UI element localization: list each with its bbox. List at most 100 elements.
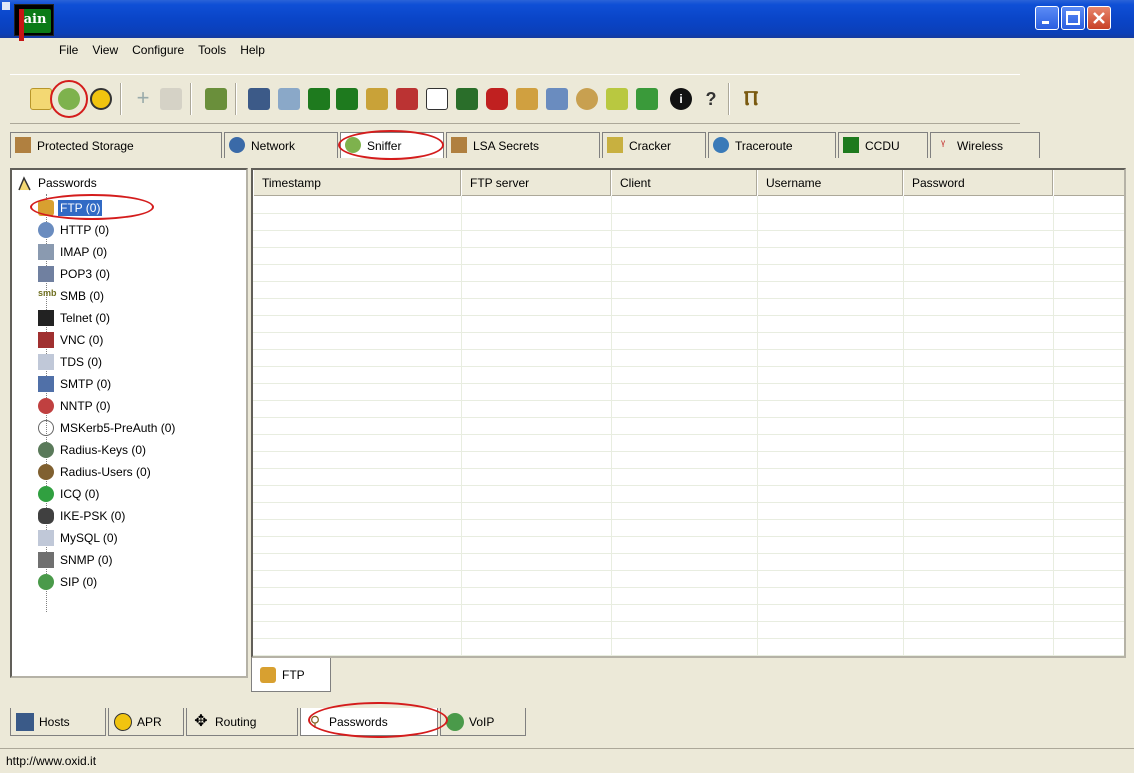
routing-icon: ✥ [194,713,208,730]
tab-protected-storage[interactable]: Protected Storage [10,132,222,158]
tree-item-snmp[interactable]: SNMP (0) [38,550,114,570]
tree-item-smtp[interactable]: SMTP (0) [38,374,113,394]
tab-routing[interactable]: ✥ Routing [186,708,298,736]
column-password[interactable]: Password [903,170,1053,196]
tree-item-pop3[interactable]: POP3 (0) [38,264,112,284]
tab-apr[interactable]: APR [108,708,184,736]
tree-item-mskerb5[interactable]: MSKerb5-PreAuth (0) [38,418,177,438]
menu-help[interactable]: Help [233,40,272,60]
rt-tables-icon[interactable] [308,88,330,110]
hash-icon[interactable] [516,88,538,110]
tree-item-smb[interactable]: smb SMB (0) [38,286,106,306]
column-client[interactable]: Client [611,170,757,196]
menu-file[interactable]: File [52,40,85,60]
tree-item-label: TDS (0) [60,355,102,369]
tree-item-icq[interactable]: ICQ (0) [38,484,101,504]
column-ftp-server[interactable]: FTP server [461,170,611,196]
cain-logo: ain [14,4,54,41]
tree-item-label: IKE-PSK (0) [60,509,126,523]
cisco-icon[interactable] [486,88,508,110]
menu-view[interactable]: View [85,40,125,60]
tree-item-nntp[interactable]: NNTP (0) [38,396,112,416]
grid-column-line [903,196,904,656]
open-folder-icon[interactable] [30,88,52,110]
delete-icon[interactable] [160,88,182,110]
grid-line [253,213,1124,214]
wifi-icon[interactable] [636,88,658,110]
base64-icon[interactable] [248,88,270,110]
tree-item-imap[interactable]: IMAP (0) [38,242,109,262]
sip-icon [38,574,54,590]
tree-item-label: Radius-Keys (0) [60,443,147,457]
info-icon[interactable]: i [670,88,692,110]
tree-item-label: SMB (0) [60,289,105,303]
tab-lsa-secrets[interactable]: LSA Secrets [446,132,600,158]
disk-icon[interactable] [576,88,598,110]
tree-item-label: NNTP (0) [60,399,111,413]
tab-voip[interactable]: VoIP [440,708,526,736]
tab-label: FTP [282,667,305,682]
tree-item-label: SMTP (0) [60,377,112,391]
password-icon[interactable] [426,88,448,110]
close-button[interactable] [1087,6,1111,30]
kerberos-icon [38,420,54,436]
menu-configure[interactable]: Configure [125,40,191,60]
tab-cracker[interactable]: Cracker [602,132,706,158]
key-icon[interactable] [366,88,388,110]
tree-item-radius-keys[interactable]: Radius-Keys (0) [38,440,148,460]
title-bar: ain [0,0,1134,41]
wireless-icon[interactable] [546,88,568,110]
tree-item-label: IMAP (0) [60,245,108,259]
grid-line [253,553,1124,554]
system-menu-icon[interactable] [2,2,10,10]
grid-line [253,604,1124,605]
passwords-icon [18,176,31,191]
tab-ftp[interactable]: FTP [251,658,331,692]
tree-item-radius-users[interactable]: Radius-Users (0) [38,462,153,482]
tab-ccdu[interactable]: CCDU [838,132,928,158]
network-icon[interactable] [278,88,300,110]
tab-wireless[interactable]: ᵞ Wireless [930,132,1040,158]
lcd-icon[interactable] [456,88,478,110]
minimize-button[interactable] [1035,6,1059,30]
apr-icon[interactable] [90,88,112,110]
tree-item-telnet[interactable]: Telnet (0) [38,308,112,328]
add-host-icon[interactable]: + [132,87,154,110]
tree-root-label: Passwords [38,176,97,190]
ftp-annotation [30,194,154,220]
edit-icon[interactable] [606,88,628,110]
tab-label: Network [251,138,296,153]
tab-traceroute[interactable]: Traceroute [708,132,836,158]
tree-item-mysql[interactable]: MySQL (0) [38,528,120,548]
exit-icon[interactable]: Ⲡ [740,88,762,110]
help-icon[interactable]: ? [700,88,722,110]
mysql-icon [38,530,54,546]
grid-line [253,349,1124,350]
vnc-icon[interactable] [396,88,418,110]
list-tab-bar: FTP [251,658,1126,698]
tree-item-label: VNC (0) [60,333,104,347]
tree-item-http[interactable]: HTTP (0) [38,220,111,240]
tree-item-tds[interactable]: TDS (0) [38,352,104,372]
top-tab-strip: Protected Storage Network Sniffer LSA Se… [10,132,1042,158]
grid-line [253,332,1124,333]
grid-column-line [1053,196,1054,656]
tree-item-vnc[interactable]: VNC (0) [38,330,105,350]
column-username[interactable]: Username [757,170,903,196]
tab-label: Traceroute [735,138,793,153]
traceroute-icon [713,137,729,153]
column-timestamp[interactable]: Timestamp [253,170,461,196]
tree-item-label: POP3 (0) [60,267,111,281]
tab-label: Cracker [629,138,672,153]
tree-item-sip[interactable]: SIP (0) [38,572,99,592]
rt-tables-2-icon[interactable] [336,88,358,110]
maximize-button[interactable] [1061,6,1085,30]
menu-tools[interactable]: Tools [191,40,233,60]
grid-line [253,570,1124,571]
tree-item-ike-psk[interactable]: IKE-PSK (0) [38,506,127,526]
scan-icon[interactable] [205,88,227,110]
tab-hosts[interactable]: Hosts [10,708,106,736]
tree-root-passwords[interactable]: Passwords [16,174,97,192]
tree-item-label: SNMP (0) [60,553,113,567]
tab-network[interactable]: Network [224,132,338,158]
